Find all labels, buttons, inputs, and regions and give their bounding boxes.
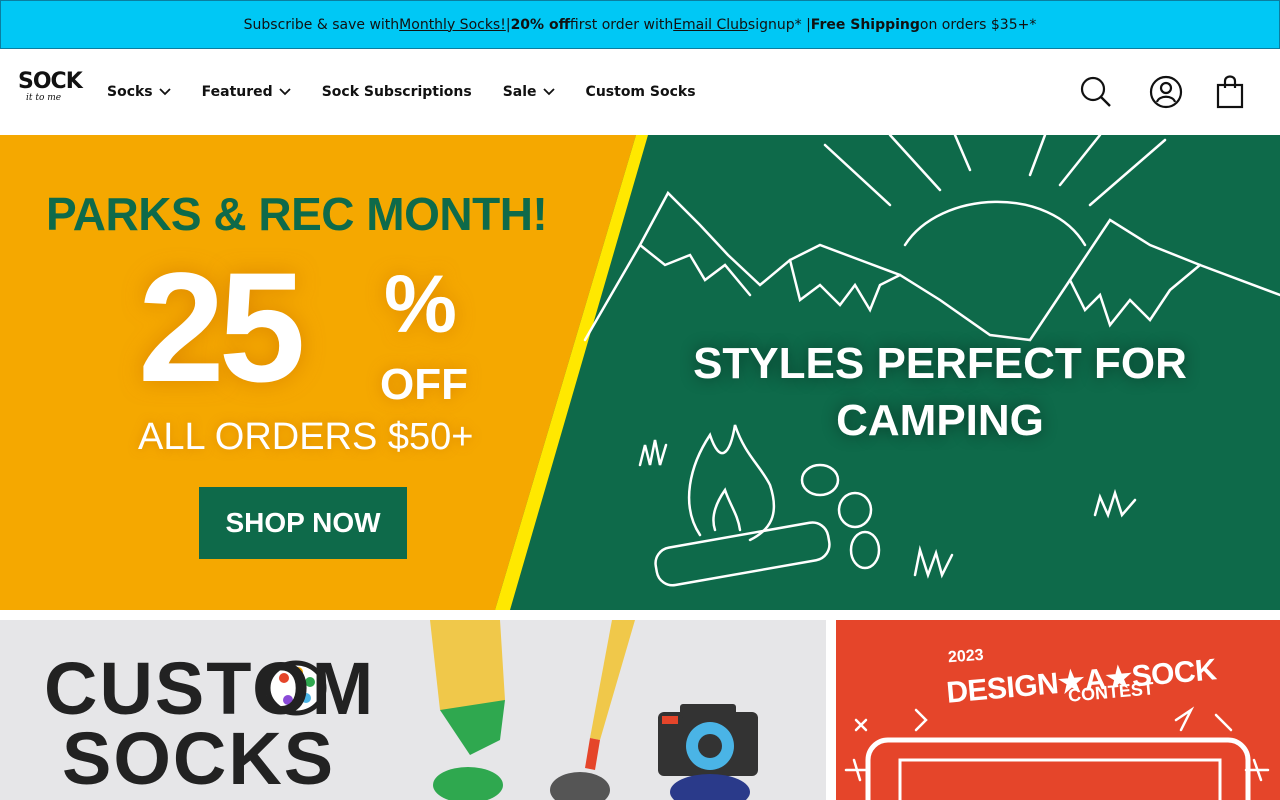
nav-item-custom-socks[interactable]: Custom Socks [586, 84, 696, 100]
chevron-down-icon [542, 88, 555, 96]
monthly-socks-link[interactable]: Monthly Socks! [399, 17, 506, 33]
hero-banner[interactable]: PARKS & REC MONTH! 25 % OFF ALL ORDERS $… [0, 135, 1280, 610]
search-button[interactable] [1076, 72, 1116, 112]
announcement-text-1: Subscribe & save with [243, 16, 400, 33]
nav-item-label: Sock Subscriptions [321, 84, 472, 100]
cart-icon [1216, 75, 1244, 109]
hero-discount-number: 25 [138, 241, 306, 415]
custom-socks-title-line1: CUSTOM [44, 647, 376, 730]
discount-text: 20% off [510, 16, 570, 33]
nav-item-featured[interactable]: Featured [202, 84, 291, 100]
design-a-sock-contest-tile[interactable]: 2023 DESIGN★A★SOCK CONTEST [836, 620, 1280, 800]
contest-year: 2023 [947, 646, 985, 667]
search-icon [1080, 76, 1111, 107]
account-icon [1149, 75, 1183, 109]
chevron-down-icon [159, 88, 171, 96]
logo-tagline: it to me [26, 93, 62, 103]
hero-headline: PARKS & REC MONTH! [46, 188, 548, 240]
announcement-text-4: on orders $35+* [919, 16, 1037, 33]
nav-item-sock-subscriptions[interactable]: Sock Subscriptions [322, 84, 472, 100]
shop-now-button[interactable]: SHOP NOW [199, 487, 407, 559]
site-logo[interactable]: SOCK it to me [18, 69, 83, 111]
announcement-text-2: first order with [569, 16, 674, 33]
announcement-text-3: signup* | [747, 16, 811, 33]
nav-item-label: Sale [502, 84, 537, 100]
nav-item-label: Custom Socks [585, 84, 696, 100]
hero-off-label: OFF [380, 360, 468, 409]
nav-item-label: Featured [201, 84, 273, 100]
nav-item-label: Socks [107, 84, 153, 100]
custom-socks-title-line2: SOCKS [62, 717, 336, 800]
site-header: SOCK it to me Socks Featured Sock Subscr… [0, 49, 1280, 135]
email-club-link[interactable]: Email Club [673, 17, 748, 33]
logo-wordmark: SOCK [18, 69, 83, 94]
hero-subline: ALL ORDERS $50+ [138, 416, 474, 458]
hero-percent-sign: % [384, 259, 457, 350]
header-actions [1076, 49, 1250, 135]
custom-socks-tile[interactable]: CUSTOM SOCKS [0, 620, 826, 800]
main-nav: Socks Featured Sock Subscriptions Sale C… [107, 49, 727, 135]
cart-button[interactable] [1210, 72, 1250, 112]
contest-doodles [844, 706, 1270, 800]
hero-right-text: STYLES PERFECT FOR CAMPING [693, 339, 1187, 445]
chevron-down-icon [279, 88, 291, 96]
nav-item-socks[interactable]: Socks [107, 84, 171, 100]
announcement-bar: Subscribe & save with Monthly Socks! | 2… [0, 0, 1280, 49]
account-button[interactable] [1146, 72, 1186, 112]
nav-item-sale[interactable]: Sale [503, 84, 555, 100]
free-shipping-text: Free Shipping [810, 16, 920, 33]
